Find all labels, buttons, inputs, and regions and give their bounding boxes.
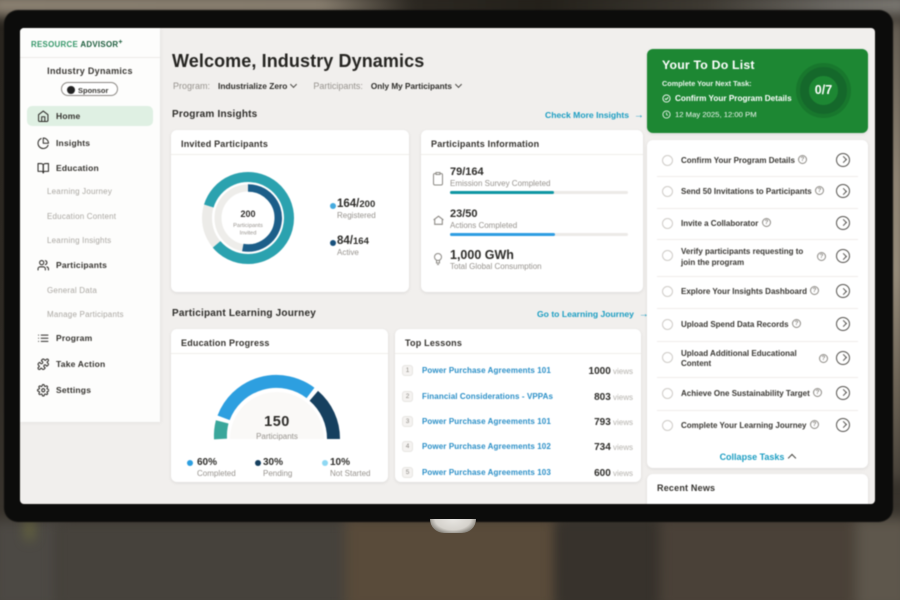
svg-text:Invited: Invited [240,231,257,237]
svg-text:Participants: Participants [233,223,263,229]
svg-text:200: 200 [240,209,255,219]
